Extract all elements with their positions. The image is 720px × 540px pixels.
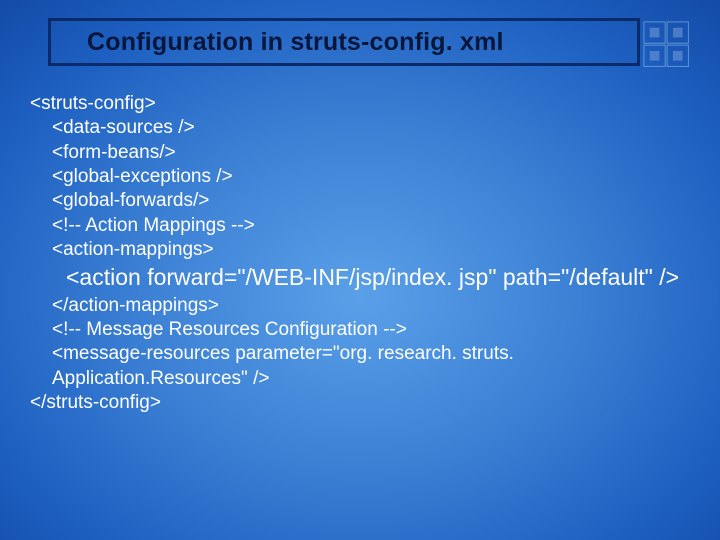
code-line: <data-sources /> (30, 116, 700, 140)
code-block: <struts-config> <data-sources /> <form-b… (30, 92, 700, 415)
slide-title: Configuration in struts-config. xml (87, 28, 504, 57)
code-line-emphasis: <action forward="/WEB-INF/jsp/index. jsp… (30, 264, 700, 292)
code-line: </struts-config> (30, 391, 700, 415)
code-line: <message-resources parameter="org. resea… (30, 342, 700, 391)
code-line: <action-mappings> (30, 238, 700, 262)
code-line: <struts-config> (30, 92, 700, 116)
title-box: Configuration in struts-config. xml (48, 18, 640, 66)
code-line: <global-forwards/> (30, 189, 700, 213)
code-line: <!-- Message Resources Configuration --> (30, 318, 700, 342)
code-line: <global-exceptions /> (30, 165, 700, 189)
code-line: <!-- Action Mappings --> (30, 214, 700, 238)
code-line: <form-beans/> (30, 141, 700, 165)
corner-motif-icon (642, 20, 700, 78)
code-line: </action-mappings> (30, 294, 700, 318)
